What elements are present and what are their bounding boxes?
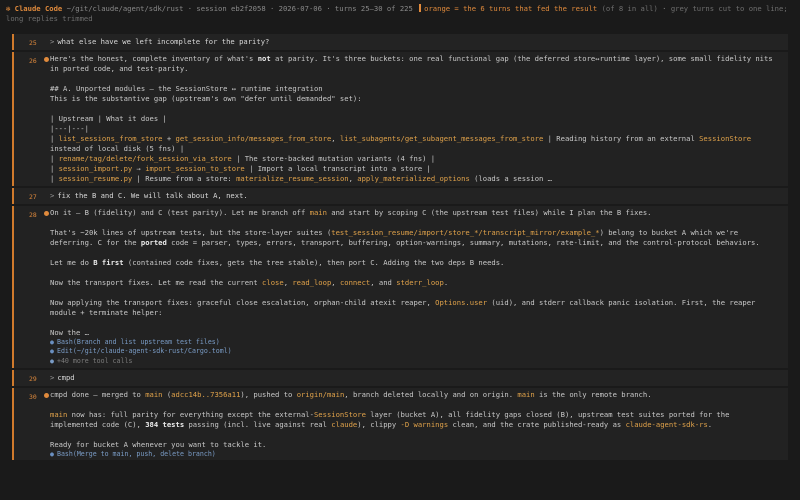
assistant-dot-icon xyxy=(44,211,49,216)
tool-bullet-icon: ● xyxy=(50,450,54,458)
reply-paragraph: cmpd done — merged to main (adcc14b..735… xyxy=(50,390,652,399)
turn-26[interactable]: 26 Here's the honest, complete inventory… xyxy=(12,52,788,186)
table-row: | list_sessions_from_store + get_session… xyxy=(50,134,756,153)
turn-number: 29 xyxy=(29,375,37,383)
reply-paragraph: That's ~20k lines of upstream tests, but… xyxy=(50,228,760,247)
user-message: what else have we left incomplete for th… xyxy=(57,37,270,46)
assistant-dot-icon xyxy=(44,57,49,62)
tool-bullet-icon: ● xyxy=(50,347,54,355)
assistant-dot-icon xyxy=(44,393,49,398)
turn-28[interactable]: 28 On it — B (fidelity) and C (test pari… xyxy=(12,206,788,368)
table-header: | Upstream | What it does | xyxy=(50,114,167,123)
turn-number: 26 xyxy=(29,57,37,65)
reply-paragraph: Let me do B first (contained code fixes,… xyxy=(50,258,505,267)
legend-bar-icon xyxy=(419,4,422,12)
turn-range: turns 25–30 of 225 xyxy=(334,4,413,13)
turn-25[interactable]: 25 > what else have we left incomplete fo… xyxy=(12,34,788,50)
repo-path: ~/git/claude/agent/sdk/rust xyxy=(66,4,184,13)
turn-number: 28 xyxy=(29,211,37,219)
legend-orange: orange = the 6 turns that fed the result xyxy=(424,4,598,13)
turn-number: 30 xyxy=(29,393,37,401)
user-message: fix the B and C. We will talk about A, n… xyxy=(57,191,248,200)
tool-bullet-icon: ● xyxy=(50,338,54,346)
reply-paragraph: main now has: full parity for everything… xyxy=(50,410,734,429)
session-header: ✻ Claude Code ~/git/claude/agent/sdk/rus… xyxy=(6,4,788,23)
section-sub: This is the substantive gap (upstream's … xyxy=(50,94,362,103)
legend-count: (of 8 in all) xyxy=(601,4,658,13)
prompt-chevron-icon: > xyxy=(50,191,55,200)
more-tool-calls[interactable]: ● +40 more tool calls xyxy=(50,356,780,366)
reply-paragraph: Ready for bucket A whenever you want to … xyxy=(50,440,267,449)
reply-paragraph: On it — B (fidelity) and C (test parity)… xyxy=(50,208,652,217)
tool-call[interactable]: ● Edit(~/git/claude-agent-sdk-rust/Cargo.… xyxy=(50,347,780,356)
turn-number: 25 xyxy=(29,39,37,47)
prompt-chevron-icon: > xyxy=(50,37,55,46)
turn-27[interactable]: 27 > fix the B and C. We will talk about … xyxy=(12,188,788,204)
table-row: | session_resume.py | Resume from a stor… xyxy=(50,174,552,183)
turn-30[interactable]: 30 cmpd done — merged to main (adcc14b..… xyxy=(12,388,788,460)
session-id: session eb2f2058 xyxy=(196,4,266,13)
turn-29[interactable]: 29 > cmpd xyxy=(12,370,788,386)
reply-paragraph: Now the transport fixes. Let me read the… xyxy=(50,278,449,287)
turn-number: 27 xyxy=(29,193,37,201)
tool-call[interactable]: ● Bash(Merge to main, push, delete branch… xyxy=(50,450,780,459)
table-row: | session_import.py → import_session_to_… xyxy=(50,164,431,173)
session-date: 2026-07-06 xyxy=(278,4,322,13)
tool-call[interactable]: ● Bash(Branch and list upstream test file… xyxy=(50,338,780,347)
section-heading: ## A. Unported modules — the SessionStor… xyxy=(50,84,323,93)
prompt-chevron-icon: > xyxy=(50,373,55,382)
app-brand: ✻ Claude Code xyxy=(6,4,63,13)
reply-trimmed: Now the … xyxy=(50,328,89,337)
user-message: cmpd xyxy=(57,373,75,382)
tool-bullet-icon: ● xyxy=(50,357,54,365)
table-rule: |---|---| xyxy=(50,124,89,133)
reply-intro: Here's the honest, complete inventory of… xyxy=(50,54,777,73)
table-row: | rename/tag/delete/fork_session_via_sto… xyxy=(50,154,436,163)
reply-paragraph: Now applying the transport fixes: gracef… xyxy=(50,298,760,317)
